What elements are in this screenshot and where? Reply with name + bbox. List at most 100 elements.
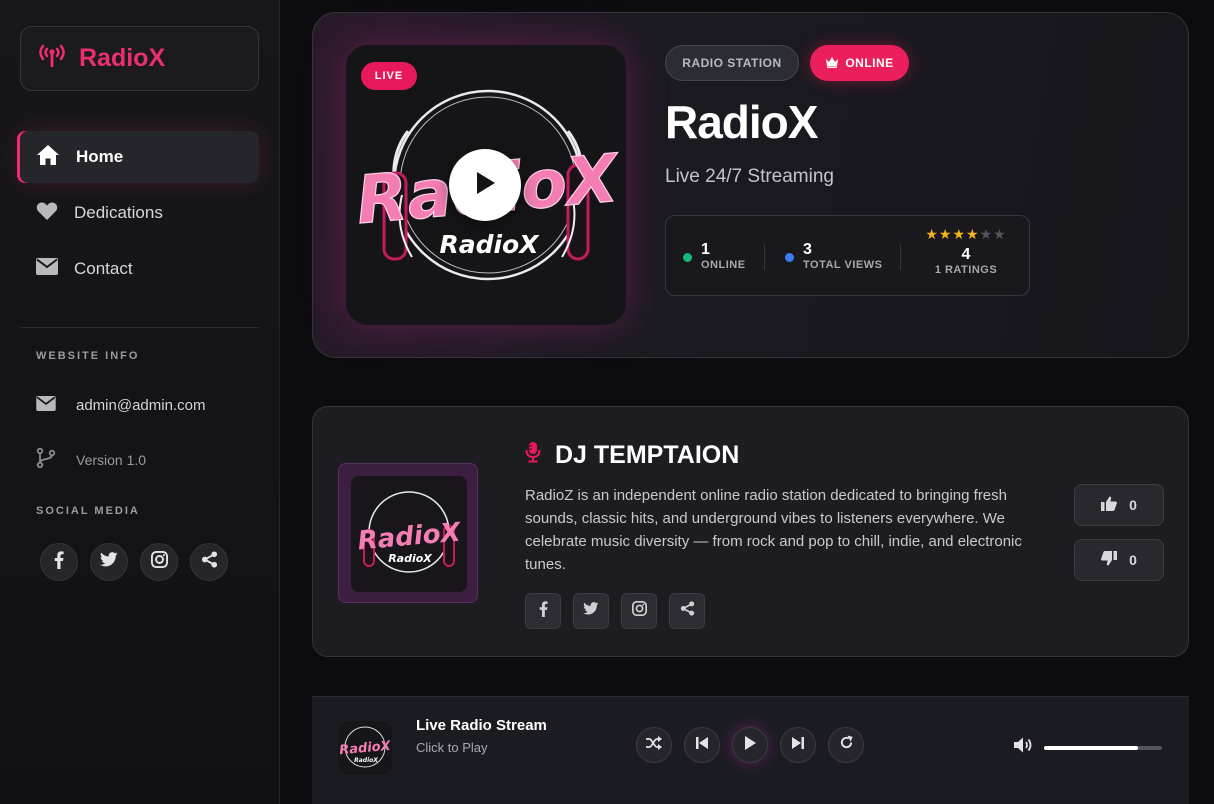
email-text: admin@admin.com <box>76 397 206 414</box>
reload-button[interactable] <box>828 727 864 763</box>
radiox-thumb-logo: RadioX RadioX <box>339 726 392 768</box>
microphone-icon <box>525 441 541 470</box>
views-dot-icon <box>785 253 794 262</box>
stat-divider <box>764 244 765 270</box>
dj-name: DJ TEMPTAION <box>555 441 740 469</box>
dislike-button[interactable]: 0 <box>1074 539 1164 581</box>
dislike-count: 0 <box>1129 552 1137 568</box>
skip-back-icon <box>696 736 708 754</box>
facebook-icon <box>54 550 64 574</box>
player-controls <box>636 727 864 763</box>
nav-item-contact[interactable]: Contact <box>20 243 259 295</box>
envelope-icon <box>36 396 56 415</box>
volume-slider-fill <box>1044 745 1139 750</box>
online-dot-icon <box>683 253 692 262</box>
nav-item-home[interactable]: Home <box>20 131 259 183</box>
star-filled-icon[interactable]: ★ <box>966 226 980 242</box>
online-label: ONLINE <box>701 259 746 271</box>
sidebar: RadioX Home Dedications Contact WEBSITE … <box>0 0 280 804</box>
twitter-icon <box>583 602 599 620</box>
play-button[interactable] <box>732 727 768 763</box>
radio-station-tag: RADIO STATION <box>665 45 799 81</box>
views-count: 3 <box>803 241 812 258</box>
code-branch-icon <box>36 447 56 471</box>
instagram-button[interactable] <box>140 543 178 581</box>
track-title: Live Radio Stream <box>416 717 547 734</box>
play-icon <box>474 171 496 200</box>
social-media-label: SOCIAL MEDIA <box>36 505 140 517</box>
instagram-icon <box>150 551 168 573</box>
envelope-icon <box>36 258 58 280</box>
volume-icon[interactable] <box>1014 737 1034 758</box>
facebook-icon <box>539 600 548 622</box>
like-count: 0 <box>1129 497 1137 513</box>
station-stats: 1 ONLINE 3 TOTAL VIEWS ★★★★★★ 4 1 RATING… <box>665 215 1030 296</box>
sidebar-divider <box>20 327 259 328</box>
website-email[interactable]: admin@admin.com <box>36 396 205 415</box>
dj-facebook-button[interactable] <box>525 593 561 629</box>
svg-text:RadioX: RadioX <box>339 739 392 759</box>
svg-text:RadioX: RadioX <box>388 552 432 565</box>
station-hero-card: RadioX RadioX LIVE RADIO STATION ONLINE … <box>312 12 1189 358</box>
redo-icon <box>839 735 854 755</box>
volume-slider[interactable] <box>1044 745 1162 750</box>
like-button[interactable]: 0 <box>1074 484 1164 526</box>
twitter-button[interactable] <box>90 543 128 581</box>
dj-share-button[interactable] <box>669 593 705 629</box>
stat-online: 1 ONLINE <box>683 241 746 271</box>
twitter-icon <box>99 552 118 572</box>
views-label: TOTAL VIEWS <box>803 259 883 271</box>
dj-description: RadioZ is an independent online radio st… <box>525 487 1022 573</box>
sidebar-social-links <box>40 543 228 581</box>
star-empty-icon[interactable]: ★ <box>993 226 1007 242</box>
nav-item-dedications[interactable]: Dedications <box>20 187 259 239</box>
share-button[interactable] <box>190 543 228 581</box>
radiox-dj-logo: RadioX RadioX <box>356 491 464 573</box>
brand-name: RadioX <box>79 44 166 72</box>
cover-play-button[interactable] <box>449 149 521 221</box>
next-button[interactable] <box>780 727 816 763</box>
star-filled-icon[interactable]: ★ <box>939 226 953 242</box>
svg-text:RadioX: RadioX <box>439 230 540 259</box>
online-badge-label: ONLINE <box>845 56 894 70</box>
rating-count: 1 RATINGS <box>934 264 998 276</box>
share-icon <box>680 601 695 621</box>
shuffle-icon <box>646 735 662 755</box>
dj-avatar: RadioX RadioX <box>338 463 478 603</box>
dj-card: RadioX RadioX DJ TEMPTAION RadioZ is an … <box>312 406 1189 657</box>
star-filled-icon[interactable]: ★ <box>952 226 966 242</box>
thumbs-down-icon <box>1101 551 1118 569</box>
dj-twitter-button[interactable] <box>573 593 609 629</box>
stat-views: 3 TOTAL VIEWS <box>785 241 882 271</box>
track-subtitle: Click to Play <box>416 740 488 755</box>
thumbs-up-icon <box>1101 496 1118 514</box>
antenna-icon <box>37 43 67 74</box>
share-icon <box>201 551 218 573</box>
station-cover[interactable]: RadioX RadioX LIVE <box>346 45 626 325</box>
home-icon <box>36 144 60 171</box>
previous-button[interactable] <box>684 727 720 763</box>
website-info-label: WEBSITE INFO <box>36 350 140 362</box>
online-badge: ONLINE <box>810 45 909 81</box>
play-icon <box>744 735 756 755</box>
version-text: Version 1.0 <box>76 451 147 468</box>
dj-title: DJ TEMPTAION <box>525 441 739 470</box>
facebook-button[interactable] <box>40 543 78 581</box>
crown-icon <box>825 56 839 71</box>
volume-control <box>1014 737 1162 758</box>
star-filled-icon[interactable]: ★ <box>925 226 939 242</box>
shuffle-button[interactable] <box>636 727 672 763</box>
nav-label-home: Home <box>76 147 124 166</box>
dj-instagram-button[interactable] <box>621 593 657 629</box>
audio-player: RadioX RadioX Live Radio Stream Click to… <box>312 696 1189 804</box>
live-badge: LIVE <box>361 62 417 90</box>
rating-stars[interactable]: ★★★★★★ <box>916 226 1016 243</box>
heart-icon <box>36 201 58 226</box>
svg-text:RadioX: RadioX <box>354 757 378 764</box>
stat-divider <box>900 244 901 270</box>
station-rating[interactable]: ★★★★★★ 4 1 RATINGS <box>916 226 1016 276</box>
star-empty-icon[interactable]: ★ <box>980 226 994 242</box>
brand-logo[interactable]: RadioX <box>20 26 259 91</box>
player-thumbnail: RadioX RadioX <box>338 721 392 775</box>
station-subtitle: Live 24/7 Streaming <box>665 166 834 187</box>
